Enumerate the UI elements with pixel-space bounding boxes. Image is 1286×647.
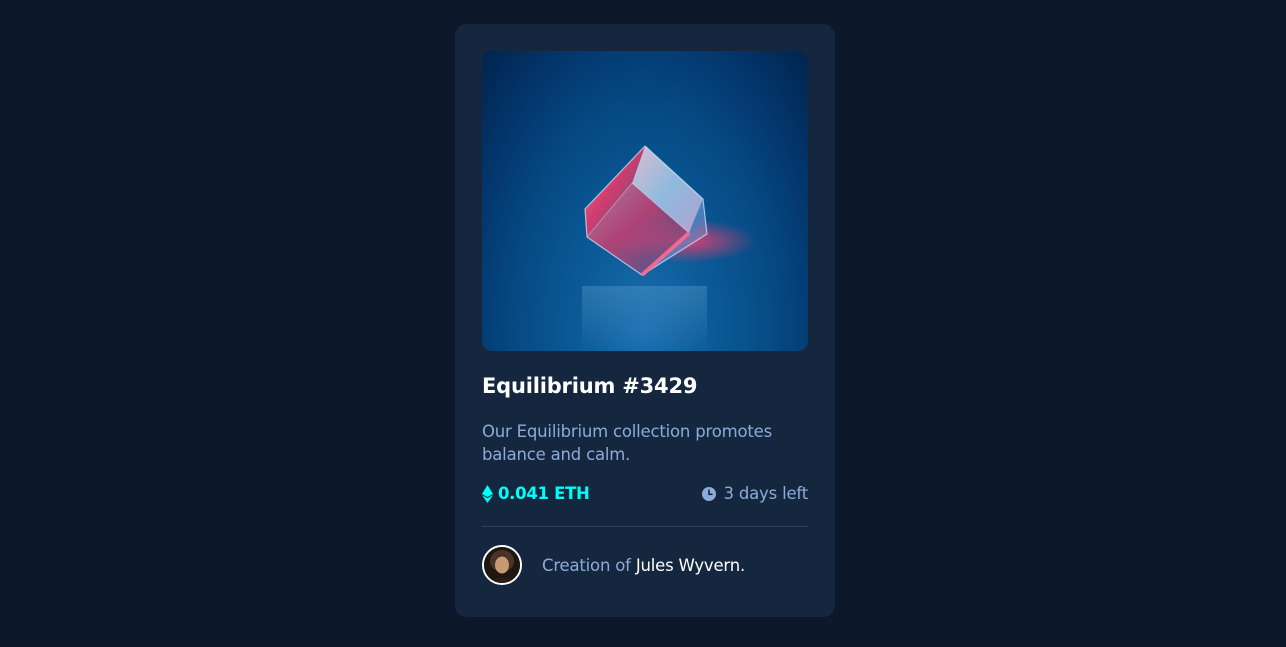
avatar-portrait: [484, 547, 520, 583]
ethereum-icon: [482, 484, 493, 503]
clock-icon: [701, 486, 716, 501]
crystal-cube-illustration: [582, 145, 757, 351]
divider: [482, 526, 808, 527]
nft-title[interactable]: Equilibrium #3429: [482, 374, 697, 398]
price: 0.041 ETH: [482, 484, 590, 503]
time-remaining: 3 days left: [701, 484, 809, 503]
time-left-value: 3 days left: [723, 484, 809, 503]
price-value: 0.041 ETH: [498, 484, 590, 503]
nft-card: Equilibrium #3429 Our Equilibrium collec…: [455, 24, 835, 617]
creator-prefix: Creation of: [542, 556, 636, 575]
nft-image[interactable]: [482, 51, 808, 351]
creator-name[interactable]: Jules Wyvern.: [636, 556, 745, 575]
nft-description: Our Equilibrium collection promotes bala…: [482, 422, 772, 464]
avatar[interactable]: [482, 545, 522, 585]
creator-line: Creation of Jules Wyvern.: [542, 556, 745, 575]
